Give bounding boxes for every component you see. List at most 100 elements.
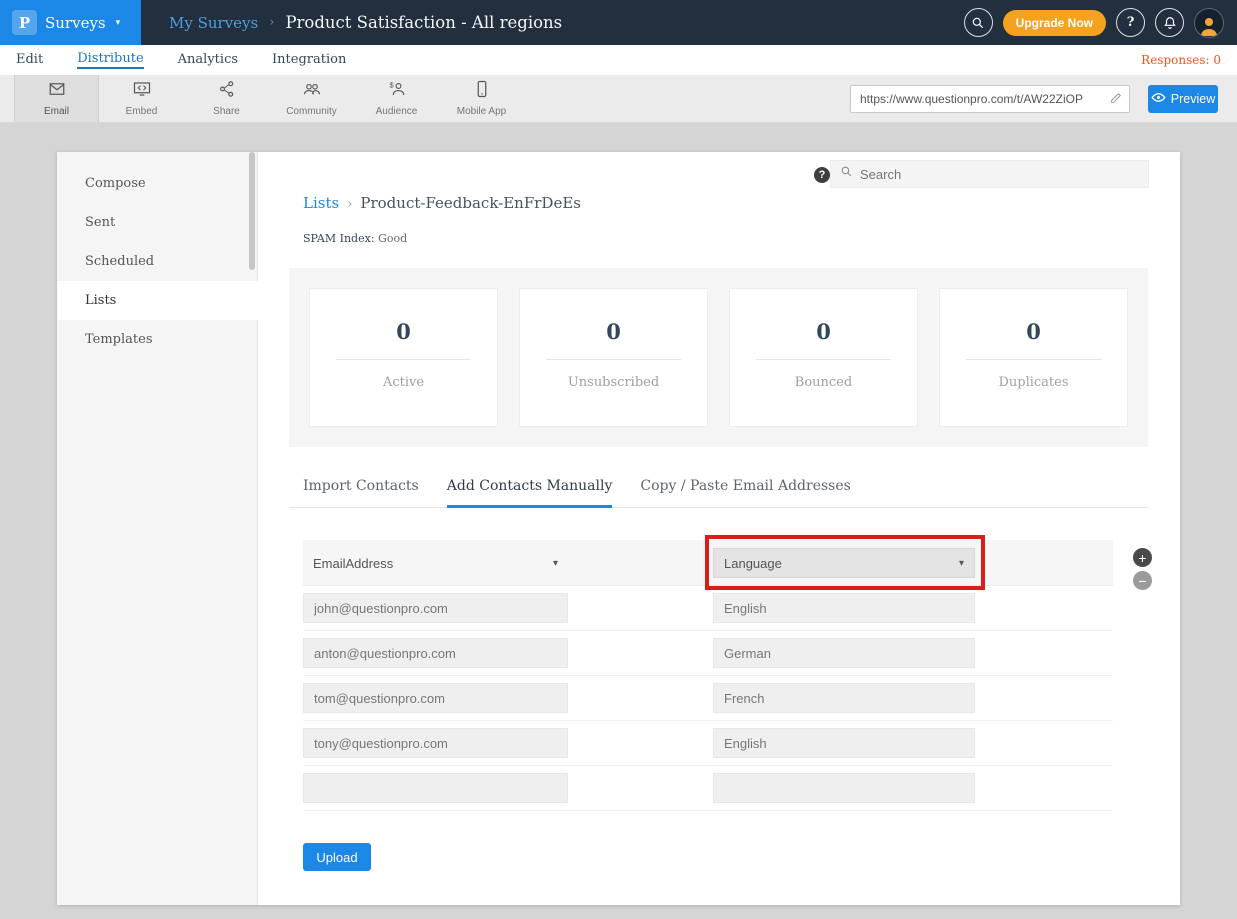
language-field[interactable] bbox=[713, 638, 975, 668]
stat-card-bounced[interactable]: 0 Bounced bbox=[729, 288, 918, 427]
channel-toolbar: Email Embed Share Community $ Audience bbox=[0, 75, 1237, 123]
selected-option: EmailAddress bbox=[313, 556, 393, 571]
channel-label: Community bbox=[286, 106, 337, 117]
list-stats: 0 Active 0 Unsubscribed 0 Bounced 0 Dupl… bbox=[289, 268, 1148, 447]
divider bbox=[546, 359, 681, 360]
sidebar-item-compose[interactable]: Compose bbox=[57, 164, 257, 203]
questionpro-logo-icon: P bbox=[12, 10, 37, 35]
search-icon[interactable] bbox=[964, 8, 993, 37]
email-field[interactable] bbox=[303, 773, 568, 803]
spam-index-value: Good bbox=[378, 232, 407, 245]
share-icon bbox=[218, 80, 236, 103]
upload-button[interactable]: Upload bbox=[303, 843, 371, 871]
sidebar-item-scheduled[interactable]: Scheduled bbox=[57, 242, 257, 281]
table-row bbox=[303, 676, 1113, 721]
product-name: Surveys bbox=[45, 14, 106, 32]
channel-mobile-app[interactable]: Mobile App bbox=[439, 75, 524, 122]
table-row bbox=[303, 721, 1113, 766]
selected-option: Language bbox=[724, 556, 782, 571]
tab-add-contacts-manually[interactable]: Add Contacts Manually bbox=[447, 478, 613, 508]
language-field[interactable] bbox=[713, 728, 975, 758]
chevron-down-icon: ▾ bbox=[553, 558, 558, 569]
channel-label: Share bbox=[213, 106, 240, 117]
contacts-tabs: Import Contacts Add Contacts Manually Co… bbox=[289, 478, 1148, 508]
tab-import-contacts[interactable]: Import Contacts bbox=[303, 478, 419, 507]
upgrade-now-button[interactable]: Upgrade Now bbox=[1003, 10, 1106, 36]
tab-analytics[interactable]: Analytics bbox=[178, 52, 238, 68]
channel-label: Mobile App bbox=[457, 106, 506, 117]
channel-embed[interactable]: Embed bbox=[99, 75, 184, 122]
breadcrumb-separator: › bbox=[269, 15, 274, 30]
email-lists-panel: Compose Sent Scheduled Lists Templates ?… bbox=[57, 152, 1180, 905]
email-field[interactable] bbox=[303, 638, 568, 668]
tab-integration[interactable]: Integration bbox=[272, 52, 346, 68]
current-list-name: Product-Feedback-EnFrDeEs bbox=[360, 194, 581, 212]
survey-url-input[interactable] bbox=[850, 85, 1130, 113]
search-help-icon[interactable]: ? bbox=[814, 167, 830, 183]
spam-index: SPAM Index: Good bbox=[303, 232, 407, 245]
sidebar-item-templates[interactable]: Templates bbox=[57, 320, 257, 359]
tab-edit[interactable]: Edit bbox=[16, 52, 43, 68]
email-field[interactable] bbox=[303, 593, 568, 623]
language-field[interactable] bbox=[713, 683, 975, 713]
embed-code-icon bbox=[133, 80, 151, 103]
stat-value: 0 bbox=[310, 319, 497, 344]
responses-count: Responses: 0 bbox=[1141, 53, 1221, 67]
stat-value: 0 bbox=[940, 319, 1127, 344]
stat-label: Active bbox=[310, 375, 497, 390]
table-row bbox=[303, 586, 1113, 631]
manual-contacts-table: EmailAddress ▾ Language ▾ bbox=[303, 540, 1113, 811]
language-field[interactable] bbox=[713, 593, 975, 623]
sidebar-item-lists[interactable]: Lists bbox=[57, 281, 258, 320]
channel-share[interactable]: Share bbox=[184, 75, 269, 122]
divider bbox=[966, 359, 1101, 360]
stat-card-unsubscribed[interactable]: 0 Unsubscribed bbox=[519, 288, 708, 427]
survey-title: Product Satisfaction - All regions bbox=[285, 13, 562, 32]
sidebar-scrollbar[interactable] bbox=[249, 152, 255, 270]
remove-row-button[interactable]: − bbox=[1133, 571, 1152, 590]
stat-label: Duplicates bbox=[940, 375, 1127, 390]
divider bbox=[336, 359, 471, 360]
search-input[interactable] bbox=[860, 167, 1139, 182]
add-row-button[interactable]: + bbox=[1133, 548, 1152, 567]
tab-distribute[interactable]: Distribute bbox=[77, 51, 143, 69]
spam-index-label: SPAM Index: bbox=[303, 232, 375, 245]
my-surveys-link[interactable]: My Surveys bbox=[169, 14, 258, 32]
section-nav: Edit Distribute Analytics Integration Re… bbox=[0, 45, 1237, 75]
chevron-down-icon: ▾ bbox=[116, 18, 121, 28]
stat-value: 0 bbox=[730, 319, 917, 344]
edit-url-pencil-icon[interactable] bbox=[1106, 90, 1126, 108]
email-envelope-icon bbox=[48, 80, 66, 103]
language-column-select[interactable]: Language ▾ bbox=[713, 548, 975, 578]
tab-copy-paste-email-addresses[interactable]: Copy / Paste Email Addresses bbox=[640, 478, 850, 507]
stat-card-duplicates[interactable]: 0 Duplicates bbox=[939, 288, 1128, 427]
search-icon bbox=[840, 165, 853, 183]
community-people-icon bbox=[303, 80, 321, 103]
channel-email[interactable]: Email bbox=[14, 75, 99, 122]
sidebar-item-sent[interactable]: Sent bbox=[57, 203, 257, 242]
help-icon[interactable]: ? bbox=[1116, 8, 1145, 37]
notifications-bell-icon[interactable] bbox=[1155, 8, 1184, 37]
eye-icon bbox=[1151, 90, 1166, 108]
topbar-actions: Upgrade Now ? bbox=[964, 8, 1237, 38]
list-search bbox=[830, 160, 1149, 188]
email-sidebar: Compose Sent Scheduled Lists Templates bbox=[57, 152, 258, 905]
email-field[interactable] bbox=[303, 728, 568, 758]
svg-text:$: $ bbox=[389, 81, 394, 90]
channel-label: Embed bbox=[126, 106, 158, 117]
channel-community[interactable]: Community bbox=[269, 75, 354, 122]
email-column-select[interactable]: EmailAddress ▾ bbox=[303, 548, 568, 578]
language-field[interactable] bbox=[713, 773, 975, 803]
topbar-breadcrumb: My Surveys › Product Satisfaction - All … bbox=[169, 13, 562, 32]
channel-label: Email bbox=[44, 106, 69, 117]
stat-card-active[interactable]: 0 Active bbox=[309, 288, 498, 427]
surveys-product-switcher[interactable]: P Surveys ▾ bbox=[0, 0, 141, 45]
email-field[interactable] bbox=[303, 683, 568, 713]
table-row bbox=[303, 766, 1113, 811]
channel-audience[interactable]: $ Audience bbox=[354, 75, 439, 122]
preview-button[interactable]: Preview bbox=[1148, 85, 1218, 113]
stat-label: Unsubscribed bbox=[520, 375, 707, 390]
lists-breadcrumb-link[interactable]: Lists bbox=[303, 194, 339, 212]
avatar[interactable] bbox=[1194, 8, 1224, 38]
stat-label: Bounced bbox=[730, 375, 917, 390]
